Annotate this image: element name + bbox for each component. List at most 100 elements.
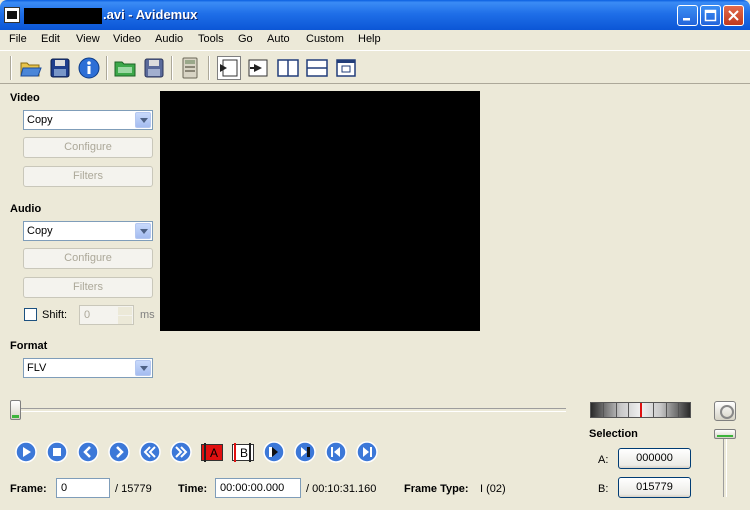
open-folder-icon[interactable]: [113, 56, 137, 80]
menu-help[interactable]: Help: [358, 33, 381, 45]
format-section-label: Format: [10, 340, 48, 352]
preview-icon[interactable]: [334, 56, 358, 80]
audio-filters-button[interactable]: Filters: [23, 277, 153, 298]
maximize-icon: [704, 9, 717, 22]
selection-a-button[interactable]: 000000: [618, 448, 691, 469]
output-mode-icon[interactable]: [217, 56, 241, 80]
menu-tools[interactable]: Tools: [198, 33, 224, 45]
double-left-icon: [139, 441, 161, 463]
volume-slider-thumb[interactable]: [714, 429, 736, 439]
stop-button[interactable]: [46, 441, 68, 463]
save-as-icon[interactable]: [142, 56, 166, 80]
close-button[interactable]: [723, 5, 744, 26]
time-total: / 00:10:31.160: [306, 483, 377, 495]
video-section-label: Video: [10, 92, 40, 104]
frame-input[interactable]: 0: [56, 478, 110, 498]
format-value: FLV: [27, 362, 47, 374]
audio-codec-select[interactable]: Copy: [23, 221, 153, 241]
jog-shuttle-marker: [640, 403, 642, 417]
format-select[interactable]: FLV: [23, 358, 153, 378]
toolbar-separator: [106, 56, 108, 80]
shift-spinbox[interactable]: 0: [79, 305, 134, 325]
menu-audio[interactable]: Audio: [155, 33, 183, 45]
toolbar-separator: [171, 56, 173, 80]
timeline-slider-thumb[interactable]: [10, 400, 21, 420]
window-title: .avi - Avidemux: [103, 7, 198, 22]
play-button[interactable]: [15, 441, 37, 463]
last-frame-icon: [356, 441, 378, 463]
selection-b-label: B:: [598, 483, 609, 495]
volume-slider[interactable]: [723, 433, 727, 497]
toolbar-separator: [208, 56, 210, 80]
input-mode-icon[interactable]: [246, 56, 270, 80]
next-frame-button[interactable]: [108, 441, 130, 463]
title-bar: .avi - Avidemux: [0, 0, 750, 30]
shift-value: 0: [84, 309, 91, 321]
set-marker-b-button[interactable]: B: [232, 442, 254, 462]
frame-type-label: Frame Type:: [404, 483, 469, 495]
marker-b-label: B: [240, 446, 249, 460]
selection-a-label: A:: [598, 454, 609, 466]
selection-b-button[interactable]: 015779: [618, 477, 691, 498]
video-codec-value: Copy: [27, 114, 53, 126]
last-frame-button[interactable]: [356, 441, 378, 463]
first-frame-icon: [325, 441, 347, 463]
timeline-slider[interactable]: [14, 408, 566, 412]
side-by-side-icon[interactable]: [276, 56, 300, 80]
menu-auto[interactable]: Auto: [267, 33, 290, 45]
shift-label: Shift:: [42, 309, 68, 321]
toolbar-separator: [10, 56, 12, 80]
volume-icon[interactable]: [714, 401, 736, 421]
chevron-down-icon[interactable]: [135, 360, 151, 376]
double-right-icon: [170, 441, 192, 463]
menu-custom[interactable]: Custom: [306, 33, 344, 45]
goto-a-icon: [263, 441, 285, 463]
menu-bar: File Edit View Video Audio Tools Go Auto…: [0, 30, 750, 49]
close-icon: [728, 10, 739, 21]
open-icon[interactable]: [19, 56, 43, 80]
selection-label: Selection: [589, 428, 638, 440]
jog-shuttle[interactable]: [590, 402, 691, 418]
audio-codec-value: Copy: [27, 225, 53, 237]
video-filters-button[interactable]: Filters: [23, 166, 153, 187]
toolbar: [0, 50, 750, 84]
calculator-icon[interactable]: [178, 56, 202, 80]
next-keyframe-button[interactable]: [170, 441, 192, 463]
time-label: Time:: [178, 483, 208, 495]
save-icon[interactable]: [48, 56, 72, 80]
chevron-down-icon[interactable]: [135, 112, 151, 128]
previous-keyframe-button[interactable]: [139, 441, 161, 463]
shift-unit-label: ms: [140, 309, 155, 321]
marker-a-label: A: [210, 446, 219, 460]
menu-edit[interactable]: Edit: [41, 33, 60, 45]
chevron-down-icon[interactable]: [135, 223, 151, 239]
top-bottom-icon[interactable]: [305, 56, 329, 80]
audio-configure-button[interactable]: Configure: [23, 248, 153, 269]
set-marker-a-button[interactable]: A: [201, 442, 223, 462]
previous-frame-button[interactable]: [77, 441, 99, 463]
goto-b-icon: [294, 441, 316, 463]
frame-type-value: I (02): [480, 483, 506, 495]
spin-down-icon[interactable]: [118, 316, 132, 324]
info-icon[interactable]: [77, 56, 101, 80]
minimize-button[interactable]: [677, 5, 698, 26]
maximize-button[interactable]: [700, 5, 721, 26]
menu-view[interactable]: View: [76, 33, 100, 45]
shift-checkbox[interactable]: [24, 308, 37, 321]
video-configure-button[interactable]: Configure: [23, 137, 153, 158]
audio-section-label: Audio: [10, 203, 42, 215]
first-frame-button[interactable]: [325, 441, 347, 463]
app-icon[interactable]: [4, 7, 20, 23]
arrow-left-icon: [77, 441, 99, 463]
menu-video[interactable]: Video: [113, 33, 141, 45]
spin-up-icon[interactable]: [118, 307, 132, 315]
goto-marker-b-button[interactable]: [294, 441, 316, 463]
goto-marker-a-button[interactable]: [263, 441, 285, 463]
video-preview[interactable]: [160, 91, 480, 331]
menu-file[interactable]: File: [9, 33, 27, 45]
video-codec-select[interactable]: Copy: [23, 110, 153, 130]
menu-go[interactable]: Go: [238, 33, 253, 45]
redacted-filename: [24, 8, 102, 24]
frame-label: Frame:: [10, 483, 47, 495]
time-input[interactable]: 00:00:00.000: [215, 478, 301, 498]
